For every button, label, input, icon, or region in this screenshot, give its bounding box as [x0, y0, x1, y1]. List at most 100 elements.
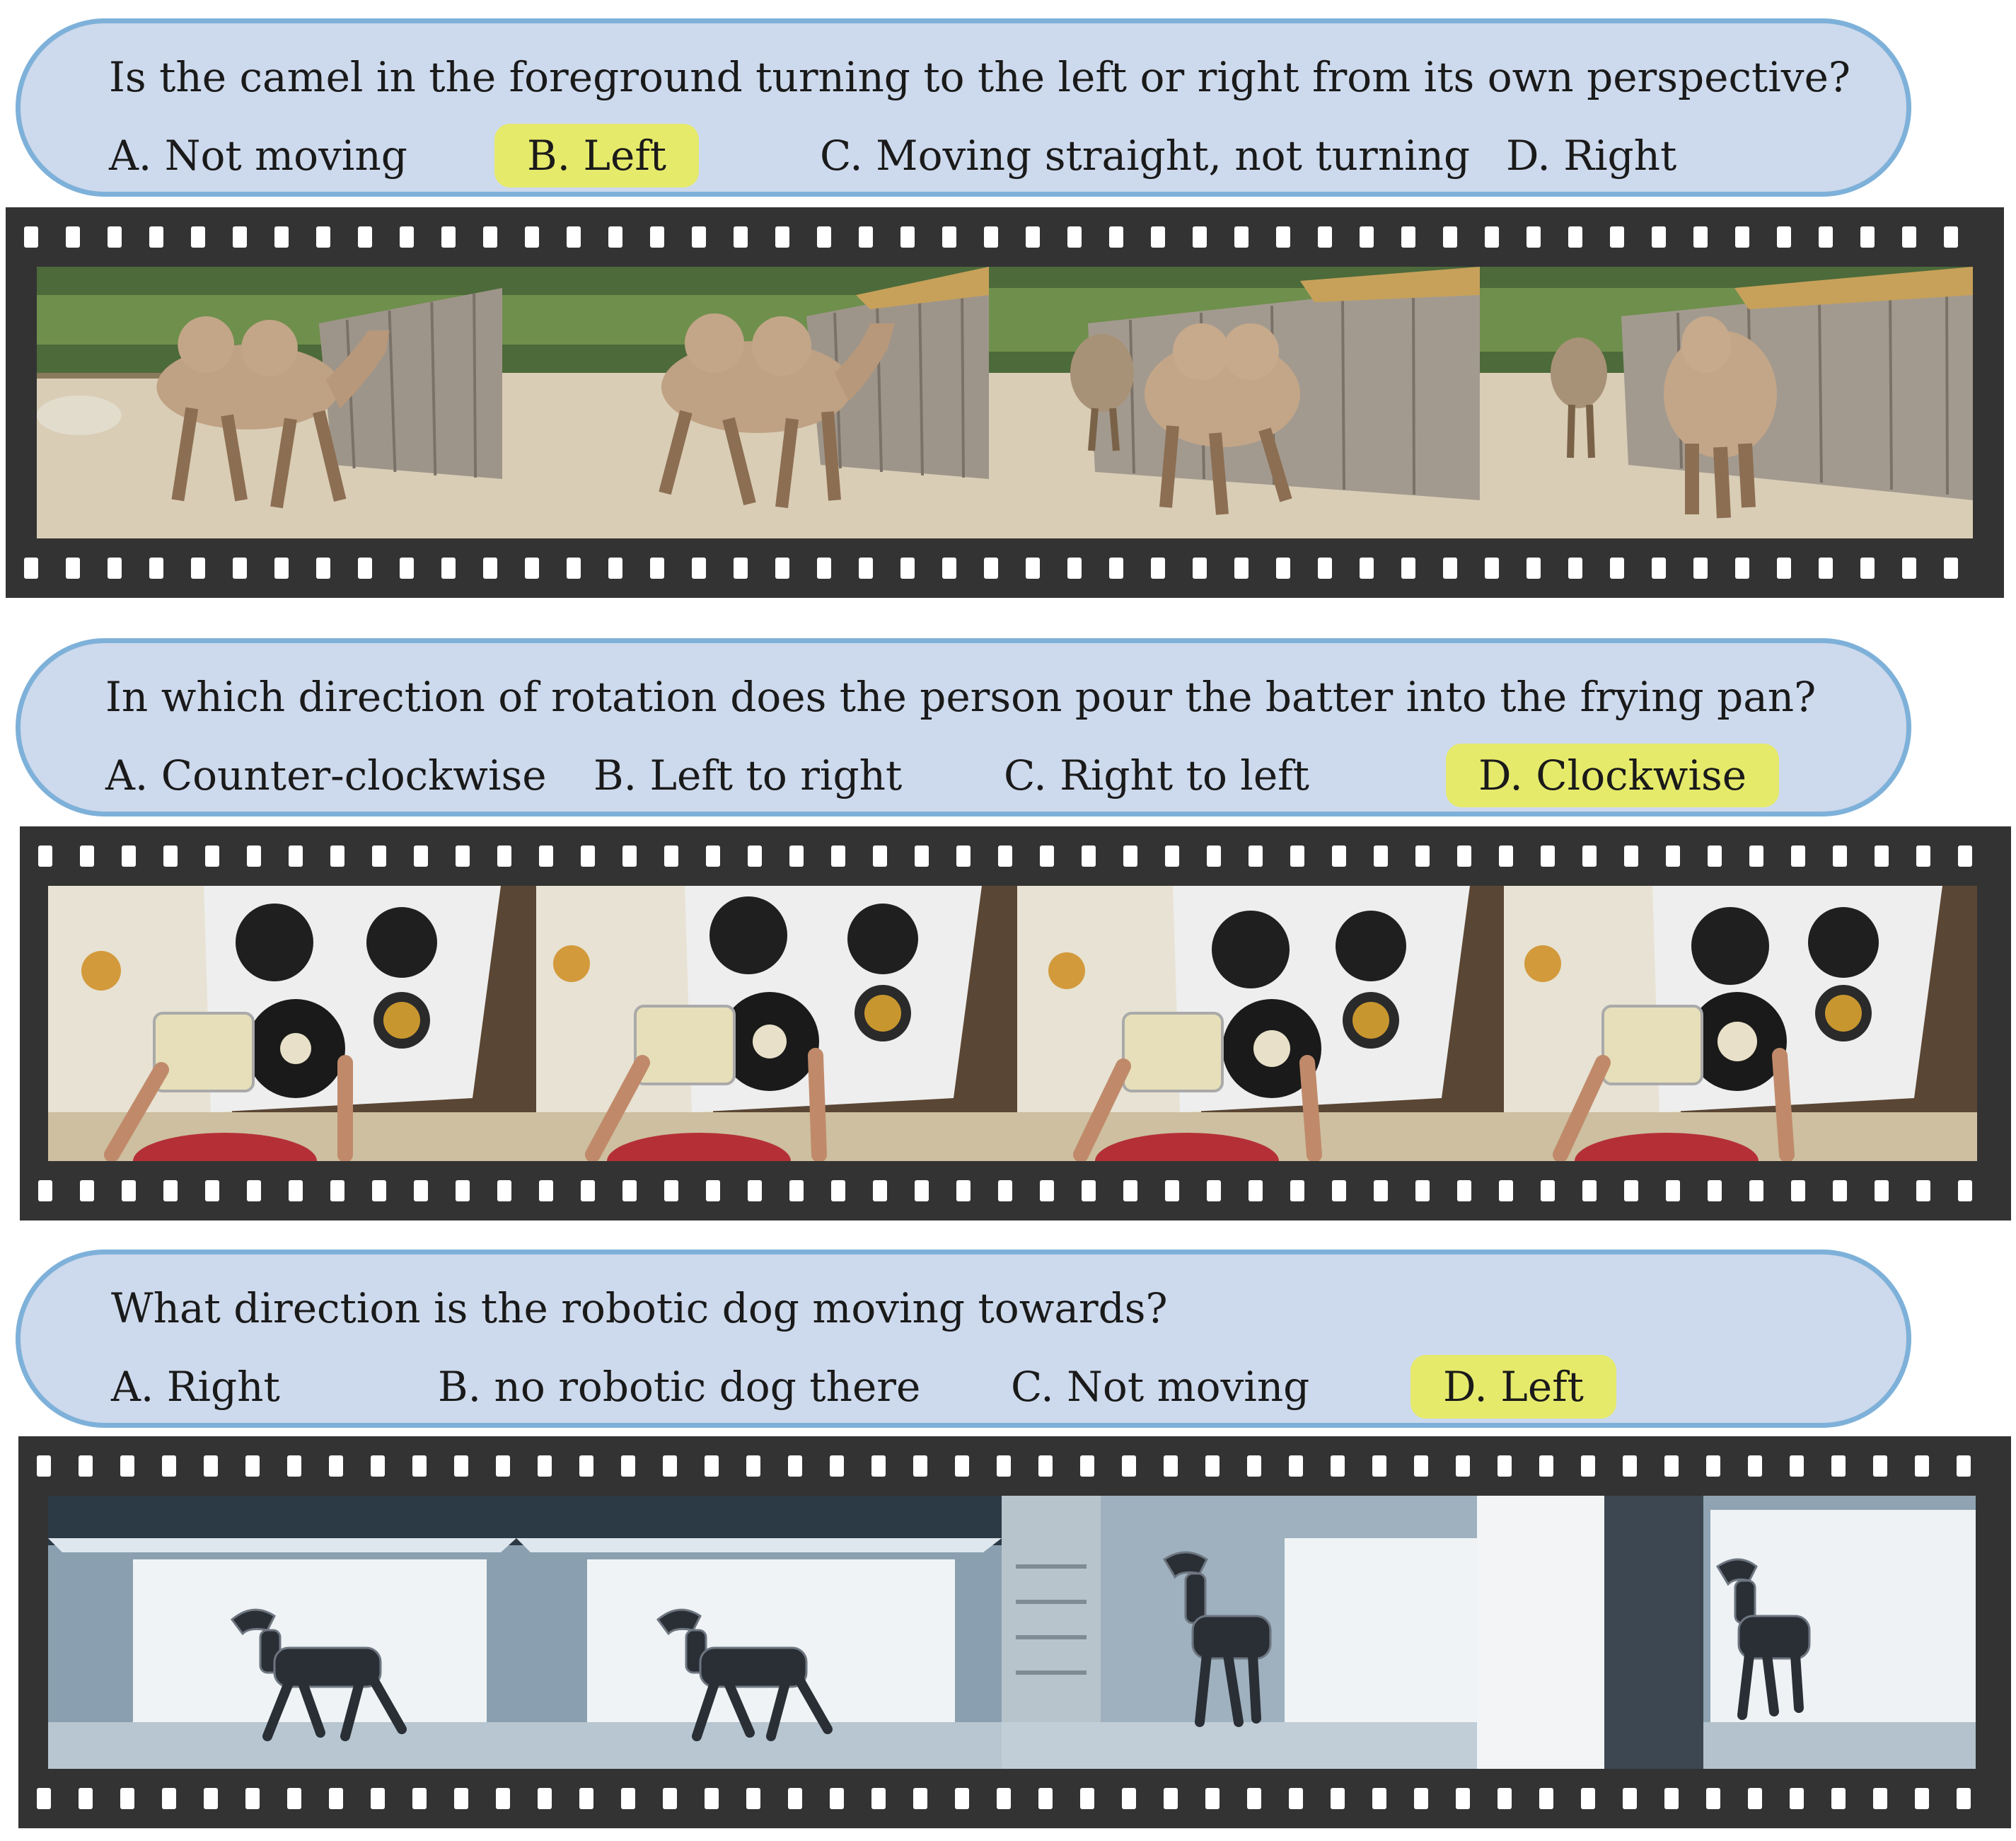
- film-sprocket-hole: [831, 1180, 845, 1201]
- option-b[interactable]: B. Left to right: [593, 744, 902, 807]
- film-sprocket-hole: [414, 1180, 428, 1201]
- film-sprocket-hole: [400, 558, 414, 579]
- film-sprocket-hole: [817, 558, 831, 579]
- film-sprocket-hole: [1485, 558, 1499, 579]
- film-sprocket-hole: [233, 558, 247, 579]
- film-sprocket-hole: [622, 846, 637, 867]
- film-sprocket-hole: [1082, 1180, 1096, 1201]
- film-sprocket-hole: [1915, 1455, 1929, 1477]
- film-sprocket-hole: [915, 846, 929, 867]
- film-sprocket-hole: [692, 226, 706, 248]
- film-sprocket-hole: [1749, 846, 1763, 867]
- film-sprocket-hole: [997, 1788, 1011, 1809]
- film-sprocket-hole: [1610, 226, 1624, 248]
- film-sprocket-hole: [149, 558, 163, 579]
- film-strip: [18, 1436, 2011, 1828]
- camel-frame-1: [37, 267, 502, 538]
- video-frames: [37, 267, 1973, 538]
- film-sprocket-hole: [1693, 558, 1708, 579]
- stove-frame-3: [1017, 886, 1504, 1161]
- film-sprocket-hole: [162, 1455, 176, 1477]
- film-sprocket-hole: [1541, 846, 1555, 867]
- film-sprocket-hole: [1499, 1180, 1513, 1201]
- film-sprocket-hole: [900, 226, 915, 248]
- film-sprocket-hole: [539, 846, 553, 867]
- film-sprocket-hole: [1666, 1180, 1680, 1201]
- film-sprocket-bottom: [18, 1769, 2011, 1828]
- option-a[interactable]: A. Not moving: [109, 124, 407, 187]
- film-sprocket-hole: [1122, 1788, 1136, 1809]
- option-c[interactable]: C. Moving straight, not turning: [820, 124, 1470, 187]
- film-sprocket-hole: [372, 846, 386, 867]
- robot-dog-frame-4: [1477, 1496, 1976, 1769]
- film-sprocket-hole: [204, 1788, 218, 1809]
- film-sprocket-hole: [1581, 1788, 1595, 1809]
- film-sprocket-hole: [1582, 846, 1597, 867]
- film-sprocket-hole: [873, 846, 887, 867]
- option-c[interactable]: C. Right to left: [1004, 744, 1309, 807]
- stove-frame-1: [48, 886, 536, 1161]
- film-sprocket-hole: [1735, 226, 1749, 248]
- film-sprocket-hole: [1457, 846, 1471, 867]
- film-sprocket-hole: [329, 1788, 343, 1809]
- film-sprocket-hole: [538, 1788, 552, 1809]
- film-sprocket-hole: [1443, 226, 1457, 248]
- film-sprocket-hole: [1040, 846, 1054, 867]
- robot-dog-frame-1: [48, 1496, 516, 1769]
- film-sprocket-hole: [830, 1455, 844, 1477]
- option-d-correct[interactable]: D. Clockwise: [1446, 744, 1780, 807]
- video-frames: [48, 886, 1977, 1161]
- film-sprocket-hole: [274, 558, 289, 579]
- film-sprocket-hole: [456, 1180, 470, 1201]
- film-sprocket-hole: [942, 226, 956, 248]
- film-sprocket-hole: [454, 1788, 468, 1809]
- film-sprocket-hole: [358, 226, 372, 248]
- film-sprocket-hole: [37, 1788, 51, 1809]
- film-sprocket-hole: [1318, 558, 1332, 579]
- film-sprocket-hole: [1207, 846, 1221, 867]
- robot-dog-frame-2: [516, 1496, 1002, 1769]
- film-sprocket-hole: [734, 226, 748, 248]
- film-sprocket-hole: [538, 1455, 552, 1477]
- film-sprocket-hole: [329, 1455, 343, 1477]
- option-c[interactable]: C. Not moving: [1011, 1355, 1309, 1419]
- film-sprocket-hole: [1944, 558, 1958, 579]
- film-sprocket-hole: [1791, 846, 1805, 867]
- option-d-correct[interactable]: D. Left: [1410, 1355, 1616, 1419]
- film-strip: [20, 826, 2011, 1220]
- film-sprocket-hole: [1249, 846, 1263, 867]
- film-sprocket-hole: [456, 846, 470, 867]
- option-b[interactable]: B. no robotic dog there: [438, 1355, 920, 1419]
- film-sprocket-hole: [706, 846, 720, 867]
- film-sprocket-bottom: [20, 1161, 2011, 1220]
- film-sprocket-hole: [108, 558, 122, 579]
- film-sprocket-hole: [664, 846, 678, 867]
- film-sprocket-hole: [734, 558, 748, 579]
- option-a[interactable]: A. Right: [111, 1355, 280, 1419]
- film-sprocket-hole: [915, 1180, 929, 1201]
- film-sprocket-hole: [663, 1788, 677, 1809]
- film-sprocket-hole: [1109, 558, 1123, 579]
- question-text: What direction is the robotic dog moving…: [111, 1284, 1168, 1332]
- film-sprocket-hole: [1082, 846, 1096, 867]
- film-sprocket-hole: [997, 1455, 1011, 1477]
- film-sprocket-hole: [1247, 1455, 1261, 1477]
- film-sprocket-hole: [1165, 1180, 1179, 1201]
- film-sprocket-hole: [608, 226, 622, 248]
- film-sprocket-hole: [1456, 1788, 1470, 1809]
- film-sprocket-hole: [1415, 1180, 1430, 1201]
- film-sprocket-hole: [122, 1180, 136, 1201]
- film-sprocket-hole: [650, 558, 664, 579]
- film-sprocket-hole: [1331, 1455, 1345, 1477]
- film-sprocket-hole: [830, 1788, 844, 1809]
- option-b-correct[interactable]: B. Left: [494, 124, 700, 187]
- film-sprocket-hole: [788, 1788, 802, 1809]
- question-bubble: Is the camel in the foreground turning t…: [16, 18, 1911, 197]
- option-d[interactable]: D. Right: [1506, 124, 1676, 187]
- film-sprocket-hole: [1038, 1455, 1053, 1477]
- option-a[interactable]: A. Counter-clockwise: [105, 744, 547, 807]
- film-sprocket-hole: [1624, 1180, 1638, 1201]
- film-sprocket-hole: [567, 226, 581, 248]
- film-sprocket-top: [20, 826, 2011, 886]
- film-sprocket-hole: [1247, 1788, 1261, 1809]
